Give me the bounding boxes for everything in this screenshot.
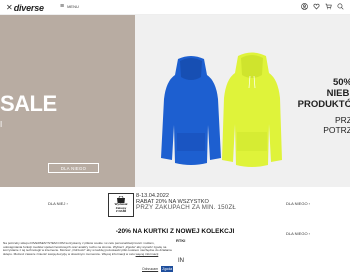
- promo-line-4: PRZ: [335, 115, 350, 125]
- promo-line-2: NIEBI: [326, 88, 350, 99]
- search-icon[interactable]: [337, 3, 344, 10]
- heart-icon[interactable]: [313, 3, 320, 10]
- hero-promo-banner[interactable]: 50% NIEBI PRODUKTÓ PRZ POTRZ: [135, 15, 350, 187]
- cookie-consent-bar: Na potrzeby sklepu DIVERSESYSTEM.COM kor…: [0, 240, 176, 280]
- badge-line-3: Z NAMI: [115, 209, 127, 214]
- cookie-decline-button[interactable]: Odrzucam: [142, 266, 158, 272]
- user-icon[interactable]: [301, 3, 308, 10]
- hero-sale-headline: SALE: [0, 91, 57, 116]
- partial-label-jackets: RTKI: [176, 238, 186, 243]
- header-icons: [301, 3, 344, 10]
- cookie-buttons: Odrzucam Zgoda: [142, 266, 174, 272]
- link-for-her[interactable]: DLA NIEJ ›: [48, 201, 68, 206]
- promo-line-5: POTRZ: [323, 125, 350, 135]
- cookie-text: Na potrzeby sklepu DIVERSESYSTEM.COM kor…: [3, 241, 173, 257]
- promo-line-3: PRODUKTÓ: [297, 99, 350, 110]
- hero-promo-text: 50% NIEBI PRODUKTÓ PRZ POTRZ: [298, 77, 350, 135]
- logo-text: diverse: [13, 2, 44, 13]
- logo-mark-icon: ✕: [6, 3, 13, 12]
- shop-for-him-button[interactable]: DLA NIEGO: [48, 163, 99, 173]
- link-for-him[interactable]: DLA NIEGO ›: [286, 201, 310, 206]
- promo-line-1: 50%: [332, 77, 350, 88]
- hamburger-icon: ≡: [60, 3, 65, 10]
- hero-sale-banner[interactable]: SALE I DLA NIEGO: [0, 15, 135, 187]
- jackets-promo-banner[interactable]: -20% NA KURTKI Z NOWEJ KOLEKCJI: [0, 227, 350, 236]
- menu-button[interactable]: ≡ MENU: [60, 3, 79, 10]
- site-header: ✕ diverse ≡ MENU: [0, 0, 350, 15]
- partial-label-in: IN: [178, 258, 184, 264]
- discount-info: 8-13.04.2022 RABAT 20% NA WSZYSTKO PRZY …: [136, 193, 236, 212]
- shopping-badge: Wydawał Zakupy Z NAMI: [108, 193, 134, 217]
- lime-hoodie-image: [222, 52, 282, 167]
- hero-sale-subline: I: [0, 120, 3, 129]
- discount-condition: PRZY ZAKUPACH ZA MIN. 150ZŁ: [136, 204, 237, 212]
- blue-hoodie-image: [161, 56, 221, 165]
- cookie-accept-button[interactable]: Zgoda: [161, 266, 174, 272]
- logo[interactable]: ✕ diverse: [6, 2, 44, 13]
- menu-label: MENU: [67, 4, 79, 9]
- cart-icon[interactable]: [325, 3, 332, 10]
- cookie-more-link[interactable]: więcej informacji: [136, 252, 159, 256]
